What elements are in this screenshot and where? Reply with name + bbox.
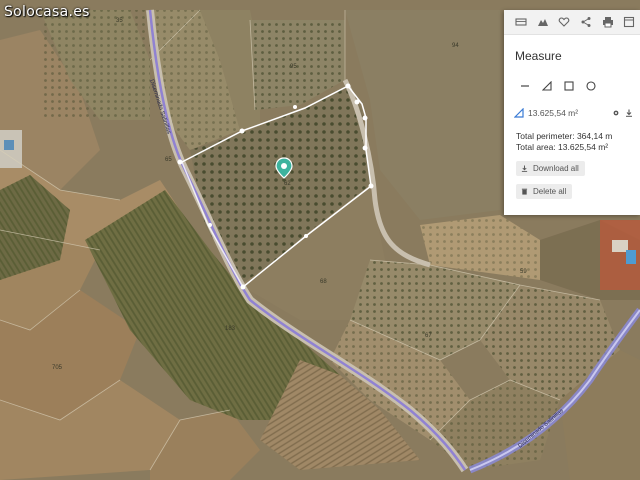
download-all-label: Download all: [533, 164, 579, 173]
circle-tool-icon[interactable]: [584, 79, 598, 93]
measure-totals: Total perimeter: 364,14 m Total area: 13…: [516, 131, 640, 153]
download-all-button[interactable]: Download all: [516, 161, 585, 176]
total-area: Total area: 13.625,54 m²: [516, 142, 609, 152]
parcel-number: 68: [320, 279, 327, 285]
line-tool-icon[interactable]: [518, 79, 532, 93]
settings-icon[interactable]: [611, 108, 621, 118]
measure-tools: [518, 79, 640, 93]
measure-result-row[interactable]: 13.625,54 m²: [514, 107, 634, 119]
parcel-number: 62: [284, 181, 291, 187]
delete-all-button[interactable]: Delete all: [516, 184, 573, 199]
panel-title: Measure: [515, 49, 562, 63]
watermark-logo: Solocasa.es: [4, 4, 90, 20]
delete-all-label: Delete all: [533, 187, 567, 196]
map-toolbar: [504, 10, 640, 35]
polygon-tool-icon[interactable]: [540, 79, 554, 93]
download-icon[interactable]: [624, 108, 634, 118]
measure-panel: Measure 13.625,54 m² Total perimeter: 36…: [504, 10, 640, 215]
parcel-number: 94: [452, 43, 459, 49]
heart-icon[interactable]: [553, 11, 575, 33]
parcel-number: 67: [425, 333, 432, 339]
area-icon: [514, 108, 524, 118]
terrain-icon[interactable]: [532, 11, 554, 33]
parcel-number: 183: [225, 326, 236, 332]
parcel-number: 95: [290, 64, 297, 70]
window-icon[interactable]: [618, 11, 640, 33]
total-perimeter: Total perimeter: 364,14 m: [516, 131, 613, 141]
parcel-number: 65: [165, 157, 172, 163]
print-icon[interactable]: [597, 11, 619, 33]
parcel-number: 35: [116, 18, 123, 24]
trash-icon: [521, 188, 528, 195]
rectangle-tool-icon[interactable]: [562, 79, 576, 93]
layers-icon[interactable]: [510, 11, 532, 33]
download-icon: [521, 165, 528, 172]
share-icon[interactable]: [575, 11, 597, 33]
result-area-value: 13.625,54 m²: [528, 108, 579, 118]
parcel-number: 705: [52, 365, 63, 371]
parcel-number: 59: [520, 269, 527, 275]
